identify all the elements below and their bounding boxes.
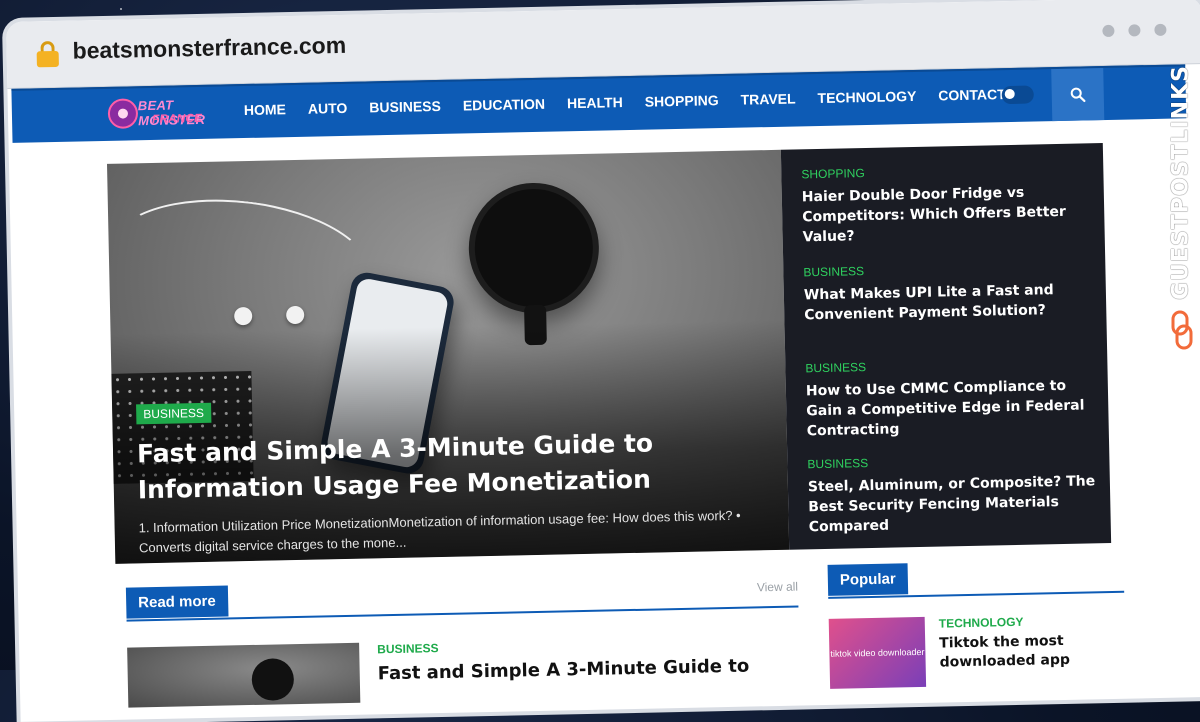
window-dot-icon[interactable] <box>1128 24 1141 37</box>
side-post-title[interactable]: What Makes UPI Lite a Fast and Convenien… <box>804 279 1095 325</box>
side-post-category[interactable]: BUSINESS <box>805 355 1095 375</box>
side-post-title[interactable]: Steel, Aluminum, or Composite? The Best … <box>808 471 1099 537</box>
popular-thumbnail[interactable]: tiktok video downloader <box>828 616 927 689</box>
nav-business[interactable]: BUSINESS <box>369 98 441 115</box>
side-post[interactable]: SHOPPING Haier Double Door Fridge vs Com… <box>801 161 1093 247</box>
side-post[interactable]: BUSINESS What Makes UPI Lite a Fast and … <box>803 259 1094 325</box>
dark-mode-toggle[interactable] <box>1001 85 1034 105</box>
popular-heading: Popular <box>827 563 909 596</box>
nav-auto[interactable]: AUTO <box>308 100 348 117</box>
side-post[interactable]: BUSINESS How to Use CMMC Compliance to G… <box>805 355 1097 441</box>
read-more-card-category[interactable]: BUSINESS <box>377 634 797 656</box>
search-icon <box>1070 87 1086 103</box>
window-dot-icon[interactable] <box>1102 24 1115 38</box>
window-controls <box>1102 23 1167 38</box>
read-more-card[interactable]: BUSINESS Fast and Simple A 3-Minute Guid… <box>127 634 801 722</box>
hero-featured-post[interactable]: BUSINESS Fast and Simple A 3-Minute Guid… <box>106 149 790 564</box>
search-button[interactable] <box>1051 68 1105 122</box>
logo-line2: FRANCE <box>151 110 203 126</box>
popular-card-title[interactable]: Tiktok the most downloaded app <box>939 631 1126 673</box>
hero-side-list: SHOPPING Haier Double Door Fridge vs Com… <box>780 143 1112 550</box>
view-all-link[interactable]: View all <box>757 580 798 595</box>
hero-image-cup <box>467 181 601 315</box>
popular-card[interactable]: tiktok video downloader TECHNOLOGY Tikto… <box>828 613 1127 699</box>
nav-health[interactable]: HEALTH <box>567 94 623 111</box>
hero-text: BUSINESS Fast and Simple A 3-Minute Guid… <box>136 390 759 558</box>
main-nav: HOME AUTO BUSINESS EDUCATION HEALTH SHOP… <box>244 85 1051 118</box>
side-post-category[interactable]: BUSINESS <box>807 451 1097 471</box>
watermark-text: GUESTPOSTLINKS <box>1168 65 1194 300</box>
read-more-section: Read more View all <box>125 574 799 622</box>
window-dot-icon[interactable] <box>1154 23 1167 36</box>
hero-title[interactable]: Fast and Simple A 3-Minute Guide to Info… <box>137 423 758 508</box>
link-chain-icon <box>1171 310 1193 350</box>
popular-card-text: TECHNOLOGY Tiktok the most downloaded ap… <box>939 613 1126 673</box>
read-more-card-text: BUSINESS Fast and Simple A 3-Minute Guid… <box>377 634 798 687</box>
nav-shopping[interactable]: SHOPPING <box>645 92 719 110</box>
popular-card-category[interactable]: TECHNOLOGY <box>939 613 1125 631</box>
popular-section: Popular <box>827 559 1125 599</box>
nav-travel[interactable]: TRAVEL <box>740 90 795 107</box>
side-post-title[interactable]: Haier Double Door Fridge vs Competitors:… <box>802 181 1093 247</box>
side-post-category[interactable]: BUSINESS <box>803 259 1093 279</box>
side-post[interactable]: BUSINESS Steel, Aluminum, or Composite? … <box>807 451 1099 537</box>
side-post-title[interactable]: How to Use CMMC Compliance to Gain a Com… <box>806 375 1097 441</box>
browser-window: beatsmonsterfrance.com BEAT MONSTER FRAN… <box>6 0 1200 722</box>
nav-education[interactable]: EDUCATION <box>463 96 546 114</box>
nav-technology[interactable]: TECHNOLOGY <box>817 88 916 106</box>
read-more-thumbnail[interactable] <box>127 642 361 708</box>
lock-icon <box>36 40 59 68</box>
side-post-category[interactable]: SHOPPING <box>801 161 1091 181</box>
url-text[interactable]: beatsmonsterfrance.com <box>72 32 346 65</box>
hero-section: BUSINESS Fast and Simple A 3-Minute Guid… <box>106 143 1112 564</box>
popular-thumbnail-text: tiktok video downloader <box>830 646 925 659</box>
site-logo[interactable]: BEAT MONSTER FRANCE <box>107 95 219 131</box>
read-more-heading: Read more <box>125 585 229 619</box>
logo-monster-icon <box>107 98 139 129</box>
hero-category-tag[interactable]: BUSINESS <box>136 402 212 425</box>
nav-home[interactable]: HOME <box>244 101 286 118</box>
guestpostlinks-watermark: GUESTPOSTLINKS <box>1166 60 1200 360</box>
